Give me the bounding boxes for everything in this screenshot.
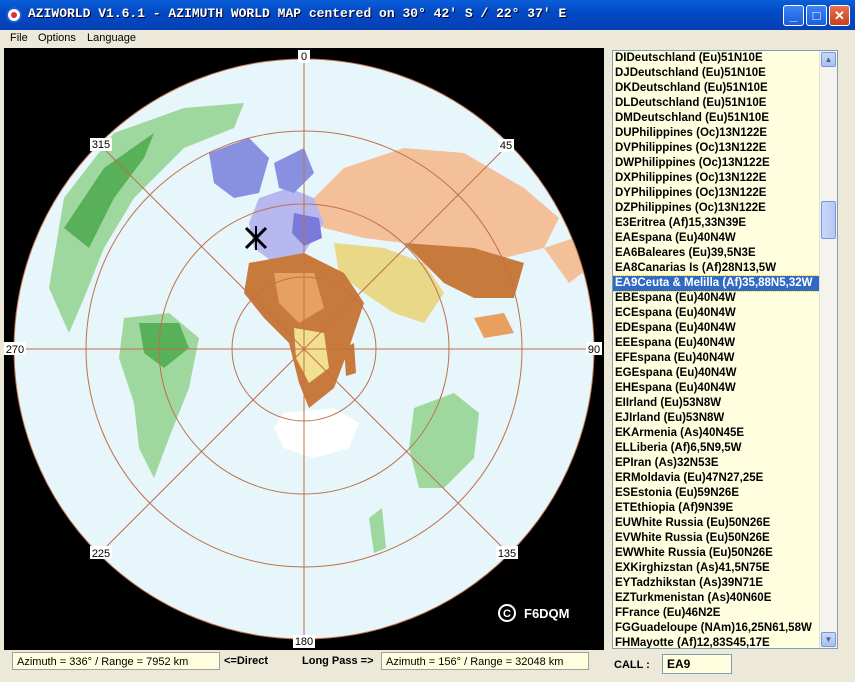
call-input[interactable]: EA9 [662, 654, 732, 674]
list-item[interactable]: EAEspana (Eu)40N4W [613, 231, 821, 246]
copyright-symbol: C [503, 608, 511, 620]
list-scrollbar[interactable]: ▲ ▼ [819, 51, 837, 648]
list-item[interactable]: EKArmenia (As)40N45E [613, 426, 821, 441]
list-item[interactable]: ERMoldavia (Eu)47N27,25E [613, 471, 821, 486]
menu-options[interactable]: Options [38, 32, 76, 44]
list-item[interactable]: DMDeutschland (Eu)51N10E [613, 111, 821, 126]
menu-language[interactable]: Language [87, 32, 136, 44]
list-item[interactable]: DYPhilippines (Oc)13N122E [613, 186, 821, 201]
list-item[interactable]: EBEspana (Eu)40N4W [613, 291, 821, 306]
list-item[interactable]: ETEthiopia (Af)9N39E [613, 501, 821, 516]
direct-label: <=Direct [224, 655, 269, 667]
list-item[interactable]: EZTurkmenistan (As)40N60E [613, 591, 821, 606]
list-item[interactable]: DKDeutschland (Eu)51N10E [613, 81, 821, 96]
list-item[interactable]: FHMayotte (Af)12,83S45,17E [613, 636, 821, 648]
list-item[interactable]: DLDeutschland (Eu)51N10E [613, 96, 821, 111]
azimuth-map-panel[interactable]: 0 45 90 135 180 225 270 315 C F6DQM [4, 48, 604, 650]
list-item[interactable]: DIDeutschland (Eu)51N10E [613, 51, 821, 66]
scroll-down-icon[interactable]: ▼ [821, 632, 836, 647]
list-item[interactable]: EA9Ceuta & Melilla (Af)35,88N5,32W [613, 275, 822, 292]
list-item[interactable]: EYTadzhikstan (As)39N71E [613, 576, 821, 591]
bearing-label-90: 90 [588, 344, 600, 356]
list-item[interactable]: EDEspana (Eu)40N4W [613, 321, 821, 336]
list-item[interactable]: DVPhilippines (Oc)13N122E [613, 141, 821, 156]
list-item[interactable]: EWWhite Russia (Eu)50N26E [613, 546, 821, 561]
minimize-button[interactable]: _ [783, 5, 804, 26]
list-item[interactable]: E3Eritrea (Af)15,33N39E [613, 216, 821, 231]
direct-azimuth-field: Azimuth = 336° / Range = 7952 km [12, 652, 220, 670]
scroll-thumb[interactable] [821, 201, 836, 239]
azimuth-map[interactable]: 0 45 90 135 180 225 270 315 C F6DQM [4, 48, 604, 650]
list-item[interactable]: EUWhite Russia (Eu)50N26E [613, 516, 821, 531]
bearing-label-270: 270 [6, 344, 24, 356]
call-label: CALL : [614, 659, 650, 671]
bearing-label-315: 315 [92, 139, 110, 151]
long-pass-azimuth-field: Azimuth = 156° / Range = 32048 km [381, 652, 589, 670]
list-item[interactable]: EA8Canarias Is (Af)28N13,5W [613, 261, 821, 276]
list-item[interactable]: DJDeutschland (Eu)51N10E [613, 66, 821, 81]
maximize-button[interactable]: □ [806, 5, 827, 26]
list-item[interactable]: EFEspana (Eu)40N4W [613, 351, 821, 366]
list-item[interactable]: DXPhilippines (Oc)13N122E [613, 171, 821, 186]
list-item[interactable]: ELLiberia (Af)6,5N9,5W [613, 441, 821, 456]
list-item[interactable]: FFrance (Eu)46N2E [613, 606, 821, 621]
prefix-list-items: DIDeutschland (Eu)51N10E DJDeutschland (E… [613, 51, 822, 648]
menu-bar: File Options Language [0, 30, 855, 48]
list-item[interactable]: DUPhilippines (Oc)13N122E [613, 126, 821, 141]
list-item[interactable]: ECEspana (Eu)40N4W [613, 306, 821, 321]
long-pass-label: Long Pass => [302, 655, 374, 667]
close-button[interactable]: ✕ [829, 5, 850, 26]
list-item[interactable]: EIIrland (Eu)53N8W [613, 396, 821, 411]
menu-file[interactable]: File [10, 32, 28, 44]
bearing-label-135: 135 [498, 548, 516, 560]
list-item[interactable]: ESEstonia (Eu)59N26E [613, 486, 821, 501]
land-madagascar [344, 343, 356, 376]
app-globe-icon[interactable] [6, 7, 22, 23]
bearing-label-0: 0 [301, 51, 307, 63]
list-item[interactable]: EPIran (As)32N53E [613, 456, 821, 471]
title-bar: AZIWORLD V1.6.1 - AZIMUTH WORLD MAP cent… [0, 0, 855, 30]
window-title: AZIWORLD V1.6.1 - AZIMUTH WORLD MAP cent… [28, 6, 567, 21]
prefix-list[interactable]: DIDeutschland (Eu)51N10E DJDeutschland (E… [612, 50, 838, 649]
list-item[interactable]: EGEspana (Eu)40N4W [613, 366, 821, 381]
list-item[interactable]: EA6Baleares (Eu)39,5N3E [613, 246, 821, 261]
list-item[interactable]: EXKirghizstan (As)41,5N75E [613, 561, 821, 576]
list-item[interactable]: EEEspana (Eu)40N4W [613, 336, 821, 351]
list-item[interactable]: FGGuadeloupe (NAm)16,25N61,58W [613, 621, 821, 636]
list-item[interactable]: DZPhilippines (Oc)13N122E [613, 201, 821, 216]
list-item[interactable]: EVWhite Russia (Eu)50N26E [613, 531, 821, 546]
scroll-up-icon[interactable]: ▲ [821, 52, 836, 67]
list-item[interactable]: DWPhilippines (Oc)13N122E [613, 156, 821, 171]
list-item[interactable]: EJIrland (Eu)53N8W [613, 411, 821, 426]
map-credit: F6DQM [524, 606, 570, 621]
bearing-label-225: 225 [92, 548, 110, 560]
bearing-label-45: 45 [500, 140, 512, 152]
bearing-label-180: 180 [295, 636, 313, 648]
list-item[interactable]: EHEspana (Eu)40N4W [613, 381, 821, 396]
